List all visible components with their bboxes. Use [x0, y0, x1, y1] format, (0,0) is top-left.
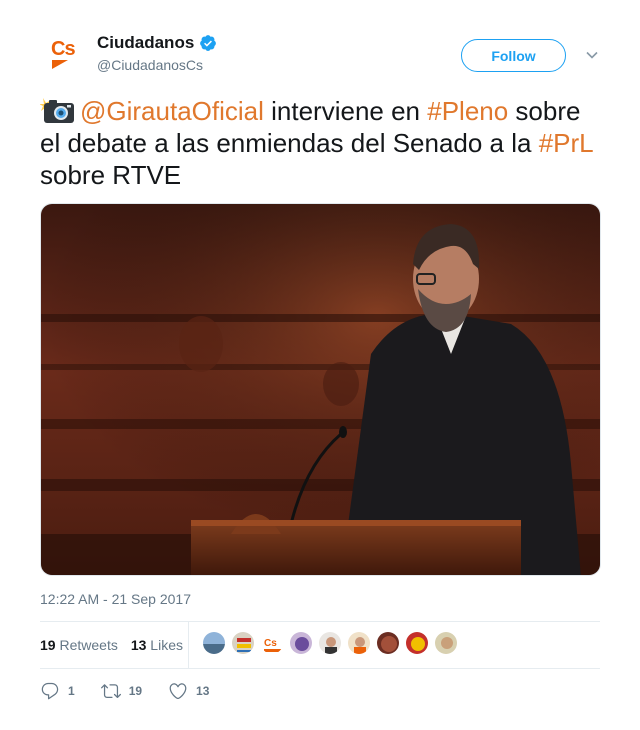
retweet-action[interactable]: 19: [100, 681, 143, 701]
hashtag-pleno-link[interactable]: #Pleno: [427, 96, 508, 126]
likes-label: Likes: [150, 637, 183, 653]
liker-avatar[interactable]: [231, 631, 255, 655]
logo-text: Cs: [51, 38, 76, 60]
mention-link[interactable]: @GirautaOficial: [80, 96, 264, 126]
liker-avatar[interactable]: Cs: [260, 631, 284, 655]
divider: [40, 668, 600, 669]
engagement-stats: 19 Retweets 13 Likes Cs: [40, 622, 600, 668]
liker-avatar[interactable]: [202, 631, 226, 655]
chevron-down-icon[interactable]: [585, 48, 599, 62]
like-action[interactable]: 13: [168, 681, 209, 701]
tweet-timestamp[interactable]: 12:22 AM - 21 Sep 2017: [40, 591, 191, 607]
logo-triangle: [52, 60, 68, 69]
avatar[interactable]: Cs: [40, 32, 88, 80]
liker-avatar[interactable]: [376, 631, 400, 655]
liker-avatar[interactable]: [405, 631, 429, 655]
tweet-header: Cs Ciudadanos @CiudadanosCs Follow: [40, 30, 600, 82]
camera-flash-icon: [40, 98, 74, 123]
tweet-text-segment: interviene en: [263, 96, 428, 126]
reply-count: 1: [68, 684, 75, 698]
follow-button[interactable]: Follow: [461, 39, 566, 72]
likes-stat[interactable]: 13 Likes: [131, 637, 183, 653]
retweets-label: Retweets: [59, 637, 118, 653]
liker-avatar[interactable]: [289, 631, 313, 655]
svg-text:Cs: Cs: [264, 638, 277, 649]
retweet-icon: [100, 684, 121, 699]
retweets-count: 19: [40, 637, 56, 653]
heart-icon: [169, 683, 187, 700]
likes-count: 13: [130, 637, 147, 653]
stats-separator: [188, 622, 189, 668]
retweets-stat[interactable]: 19 Retweets: [40, 637, 118, 653]
liker-avatar[interactable]: [434, 631, 458, 655]
liker-avatar[interactable]: [347, 631, 371, 655]
liker-avatar[interactable]: [318, 631, 342, 655]
like-count: 13: [196, 684, 210, 698]
tweet-text: @GirautaOficial interviene en #Pleno sob…: [40, 94, 600, 191]
author-block[interactable]: Ciudadanos @CiudadanosCs: [97, 33, 217, 73]
display-name[interactable]: Ciudadanos: [97, 33, 194, 53]
display-name-row[interactable]: Ciudadanos: [97, 33, 217, 53]
tweet-text-segment: sobre RTVE: [40, 160, 182, 190]
tweet-actions: 1 19 13: [40, 678, 600, 704]
reply-action[interactable]: 1: [40, 681, 75, 701]
tweet-photo[interactable]: [40, 203, 601, 576]
retweet-count: 19: [128, 684, 143, 698]
reply-icon: [41, 682, 59, 700]
verified-badge-icon: [200, 35, 217, 51]
liker-avatars: Cs: [202, 631, 458, 655]
hashtag-prl-link[interactable]: #PrL: [539, 128, 593, 158]
photo-image: [41, 204, 600, 575]
user-handle[interactable]: @CiudadanosCs: [97, 57, 217, 73]
